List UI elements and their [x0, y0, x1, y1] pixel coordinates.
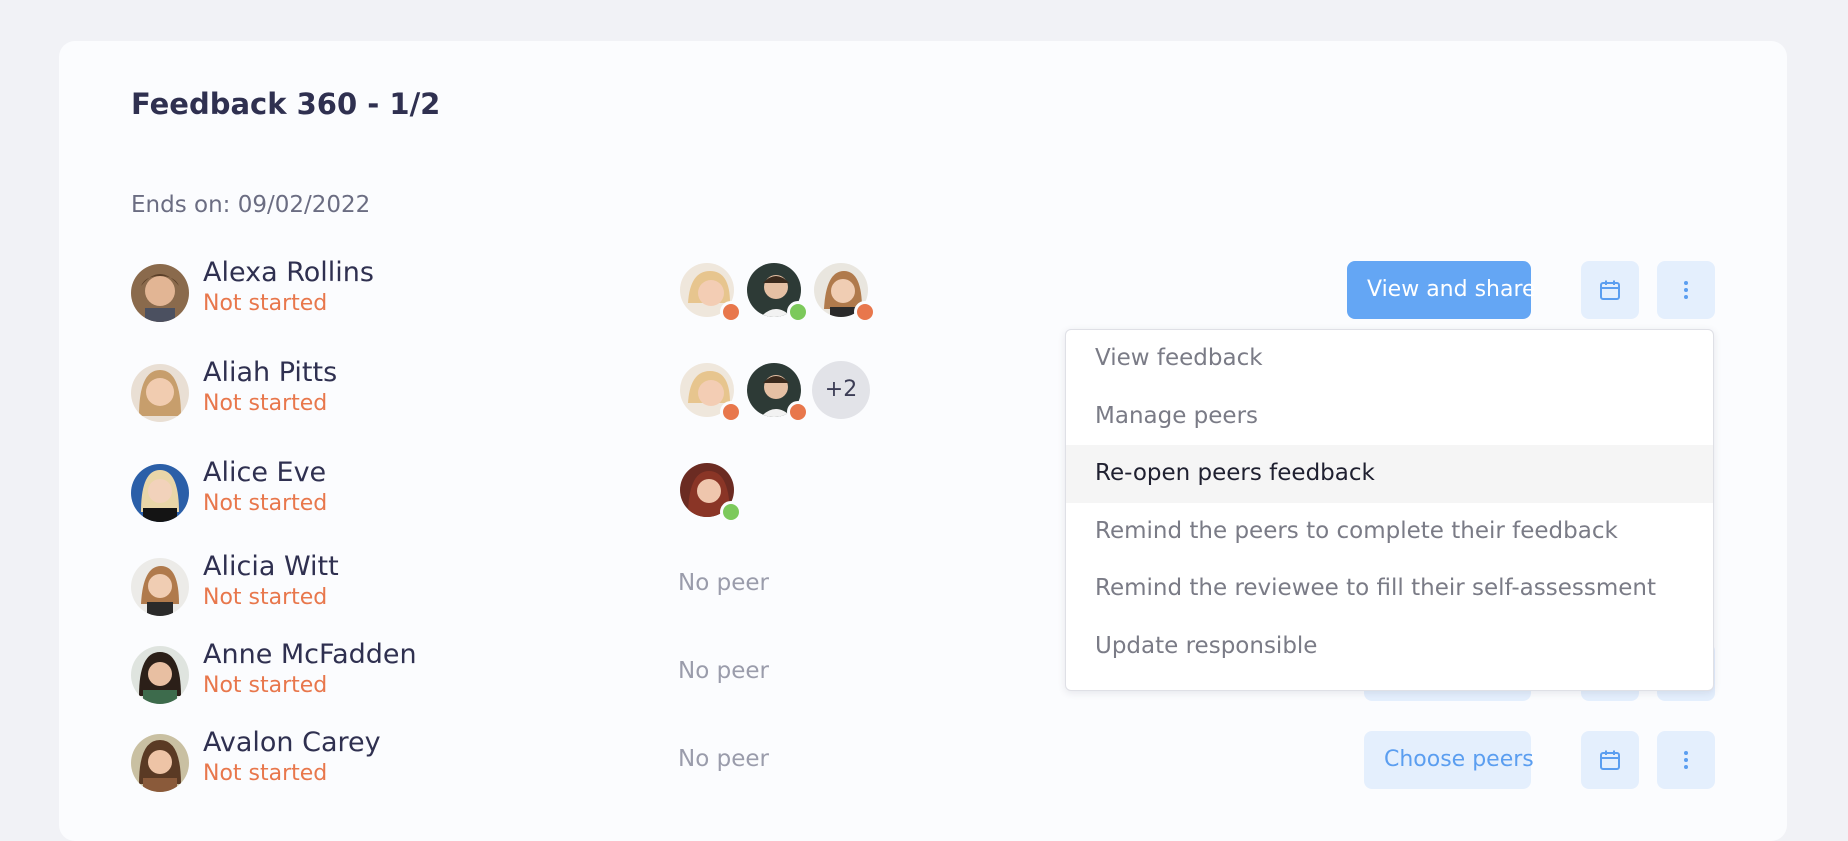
no-peer-label: No peer [678, 570, 769, 596]
menu-item-view-feedback[interactable]: View feedback [1066, 330, 1713, 388]
peer-avatar[interactable] [678, 461, 742, 523]
peer-avatar[interactable] [678, 361, 742, 423]
no-peer-label: No peer [678, 658, 769, 684]
status-badge: Not started [203, 673, 328, 698]
peer-status-dot [787, 301, 809, 323]
avatar [131, 558, 189, 616]
peer-avatar[interactable] [745, 261, 809, 323]
reviewee-name[interactable]: Alicia Witt [203, 550, 339, 584]
avatar [131, 734, 189, 792]
avatar [131, 364, 189, 422]
more-vertical-icon [1684, 281, 1688, 299]
peer-status-dot [787, 401, 809, 423]
reviewee-name[interactable]: Alice Eve [203, 456, 326, 490]
no-peer-label: No peer [678, 746, 769, 772]
peer-status-dot [720, 301, 742, 323]
end-date: Ends on: 09/02/2022 [131, 192, 371, 218]
peer-avatar[interactable] [812, 261, 876, 323]
avatar [131, 264, 189, 322]
table-row: Alexa Rollins Not started View and share [0, 257, 1848, 324]
calendar-icon [1600, 280, 1620, 300]
more-actions-button[interactable] [1657, 261, 1715, 319]
peer-avatar[interactable] [678, 261, 742, 323]
page-title: Feedback 360 - 1/2 [131, 87, 441, 121]
peer-status-dot [720, 401, 742, 423]
avatar [131, 646, 189, 704]
schedule-button[interactable] [1581, 731, 1639, 789]
menu-item-remind-peers[interactable]: Remind the peers to complete their feedb… [1066, 503, 1713, 561]
status-badge: Not started [203, 391, 328, 416]
status-badge: Not started [203, 491, 328, 516]
more-peers-count[interactable]: +2 [812, 361, 870, 419]
menu-item-remind-reviewee[interactable]: Remind the reviewee to fill their self-a… [1066, 560, 1713, 618]
peer-avatar[interactable] [745, 361, 809, 423]
reviewee-name[interactable]: Anne McFadden [203, 638, 417, 672]
schedule-button[interactable] [1581, 261, 1639, 319]
status-badge: Not started [203, 761, 328, 786]
reviewee-name[interactable]: Aliah Pitts [203, 356, 337, 390]
status-badge: Not started [203, 291, 328, 316]
calendar-icon [1600, 750, 1620, 770]
peer-status-dot [854, 301, 876, 323]
actions-dropdown-menu: View feedback Manage peers Re-open peers… [1065, 329, 1714, 691]
choose-peers-button[interactable]: Choose peers [1364, 731, 1534, 789]
more-vertical-icon [1684, 751, 1688, 769]
view-and-share-button[interactable]: View and share [1347, 261, 1536, 319]
menu-item-update-responsible[interactable]: Update responsible [1066, 618, 1713, 676]
more-actions-button[interactable] [1657, 731, 1715, 789]
menu-item-manage-peers[interactable]: Manage peers [1066, 388, 1713, 446]
reviewee-name[interactable]: Avalon Carey [203, 726, 381, 760]
avatar [131, 464, 189, 522]
peer-status-dot [720, 501, 742, 523]
status-badge: Not started [203, 585, 328, 610]
menu-item-reopen-peers-feedback[interactable]: Re-open peers feedback [1066, 445, 1713, 503]
reviewee-name[interactable]: Alexa Rollins [203, 256, 374, 290]
table-row: Avalon Carey Not started No peer Choose … [0, 727, 1848, 794]
